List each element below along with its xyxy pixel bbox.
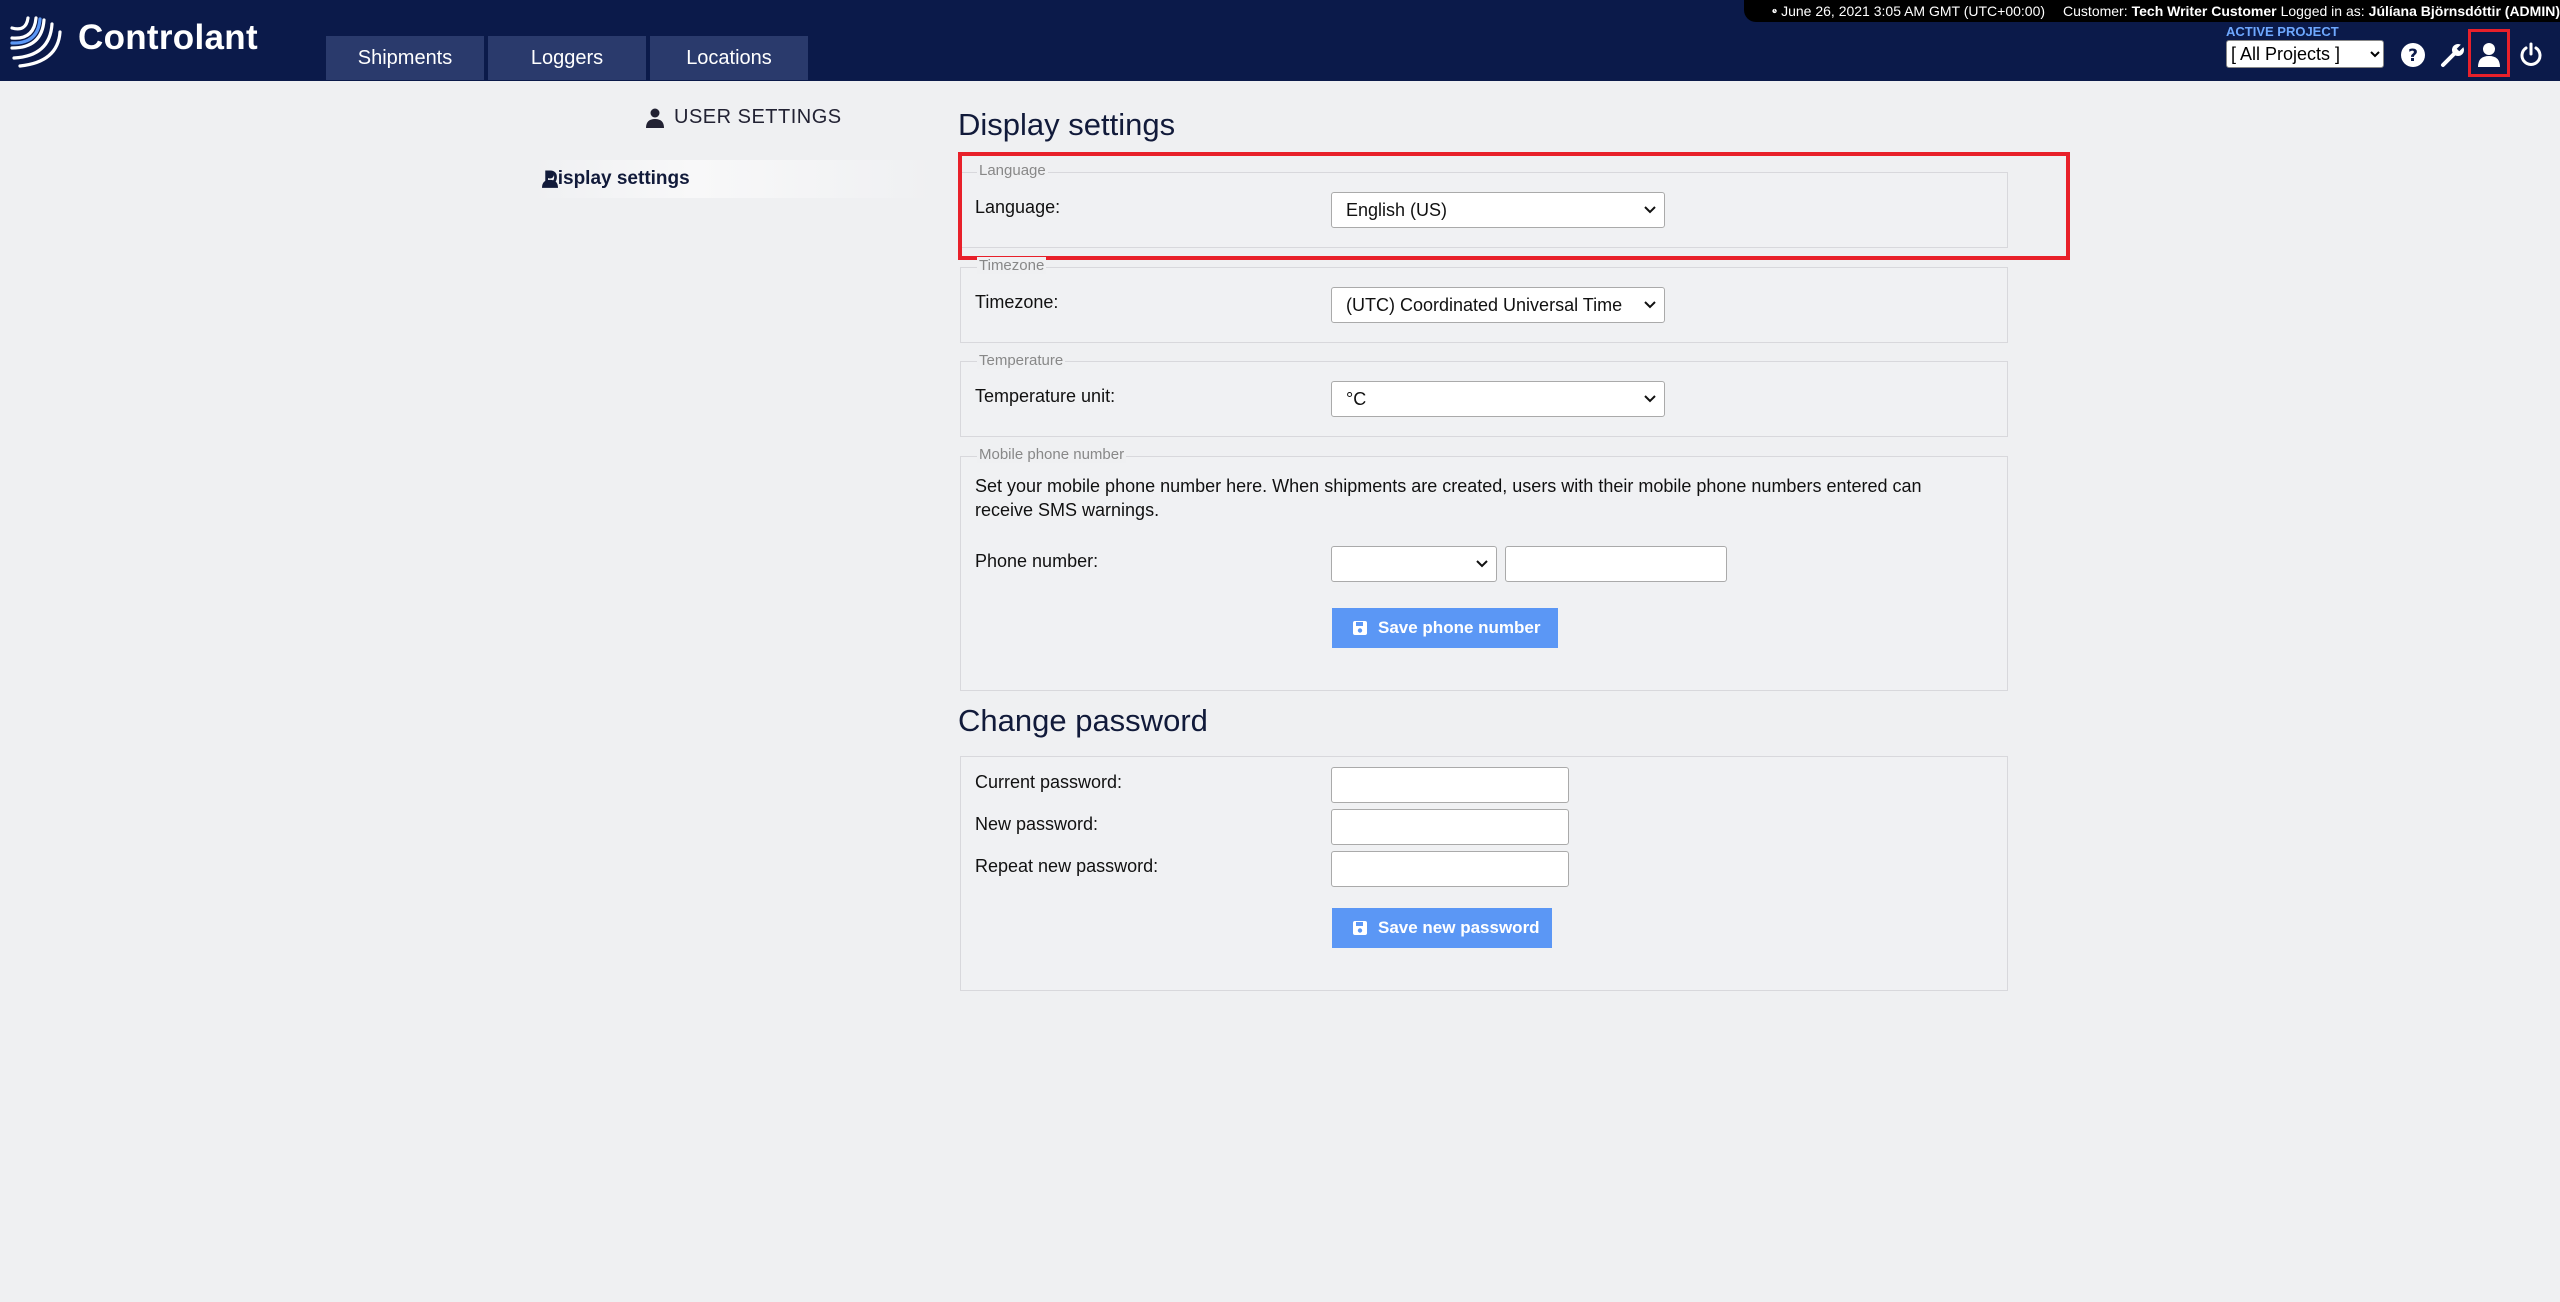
- tab-loggers[interactable]: Loggers: [488, 36, 646, 80]
- timezone-label: Timezone:: [975, 292, 1059, 312]
- floppy-disk-icon: [1353, 621, 1367, 635]
- save-phone-number-label: Save phone number: [1378, 618, 1541, 637]
- user-settings-header: USER SETTINGS: [646, 106, 842, 129]
- controlant-logo-icon: [10, 16, 62, 68]
- current-datetime: June 26, 2021 3:05 AM GMT (UTC+00:00): [1781, 3, 2046, 19]
- phone-number-input[interactable]: [1505, 546, 1727, 582]
- save-phone-number-button[interactable]: Save phone number: [1332, 608, 1558, 648]
- chevron-down-icon: [1476, 560, 1488, 568]
- repeat-password-input[interactable]: [1331, 851, 1569, 887]
- session-info-bar: June 26, 2021 3:05 AM GMT (UTC+00:00) Cu…: [1744, 0, 2560, 22]
- clock-icon: [1772, 8, 1777, 14]
- help-icon[interactable]: ?: [2396, 38, 2430, 72]
- top-bar: Controlant Shipments Loggers Locations J…: [0, 0, 2560, 81]
- user-icon: [646, 108, 664, 128]
- chevron-down-icon: [1644, 301, 1656, 309]
- sidebar-item-label: Display settings: [544, 168, 690, 189]
- country-code-select[interactable]: [1331, 546, 1497, 582]
- brand-name[interactable]: Controlant: [78, 18, 258, 58]
- power-icon[interactable]: [2514, 38, 2548, 72]
- repeat-password-label: Repeat new password:: [975, 856, 1159, 876]
- wrench-icon[interactable]: [2436, 38, 2470, 72]
- project-select[interactable]: [ All Projects ]: [2226, 40, 2384, 68]
- language-highlight: [958, 152, 2070, 260]
- mobile-phone-description: Set your mobile phone number here. When …: [975, 476, 1922, 520]
- temperature-unit-value: °C: [1346, 388, 1367, 409]
- chevron-down-icon: [1644, 395, 1656, 403]
- logged-in-label: Logged in as:: [2280, 3, 2365, 19]
- mobile-phone-legend: Mobile phone number: [977, 446, 1127, 463]
- tab-shipments[interactable]: Shipments: [326, 36, 484, 80]
- display-settings-title: Display settings: [958, 107, 1176, 142]
- new-password-input[interactable]: [1331, 809, 1569, 845]
- timezone-select[interactable]: (UTC) Coordinated Universal Time: [1331, 287, 1665, 323]
- user-name: Júlíana Björnsdóttir (ADMIN): [2368, 3, 2560, 19]
- timezone-value: (UTC) Coordinated Universal Time: [1346, 294, 1623, 315]
- temperature-legend: Temperature: [977, 352, 1066, 369]
- user-icon-highlight: [2468, 29, 2510, 77]
- change-password-title: Change password: [958, 703, 1208, 738]
- tab-locations[interactable]: Locations: [650, 36, 808, 80]
- user-settings-title: USER SETTINGS: [674, 106, 842, 128]
- sidebar-item-display-settings[interactable]: Display settings: [534, 160, 934, 198]
- save-new-password-button[interactable]: Save new password: [1332, 908, 1552, 948]
- temperature-unit-label: Temperature unit:: [975, 386, 1116, 406]
- customer-label: Customer:: [2063, 3, 2128, 19]
- floppy-disk-icon: [1353, 921, 1367, 935]
- svg-text:?: ?: [2408, 46, 2418, 66]
- customer-name: Tech Writer Customer: [2131, 3, 2277, 19]
- timezone-legend: Timezone: [977, 257, 1047, 274]
- temperature-unit-select[interactable]: °C: [1331, 381, 1665, 417]
- current-password-label: Current password:: [975, 772, 1123, 792]
- phone-number-label: Phone number:: [975, 551, 1099, 571]
- save-new-password-label: Save new password: [1378, 918, 1540, 937]
- current-password-input[interactable]: [1331, 767, 1569, 803]
- active-project-label: ACTIVE PROJECT: [2226, 24, 2339, 39]
- new-password-label: New password:: [975, 814, 1099, 834]
